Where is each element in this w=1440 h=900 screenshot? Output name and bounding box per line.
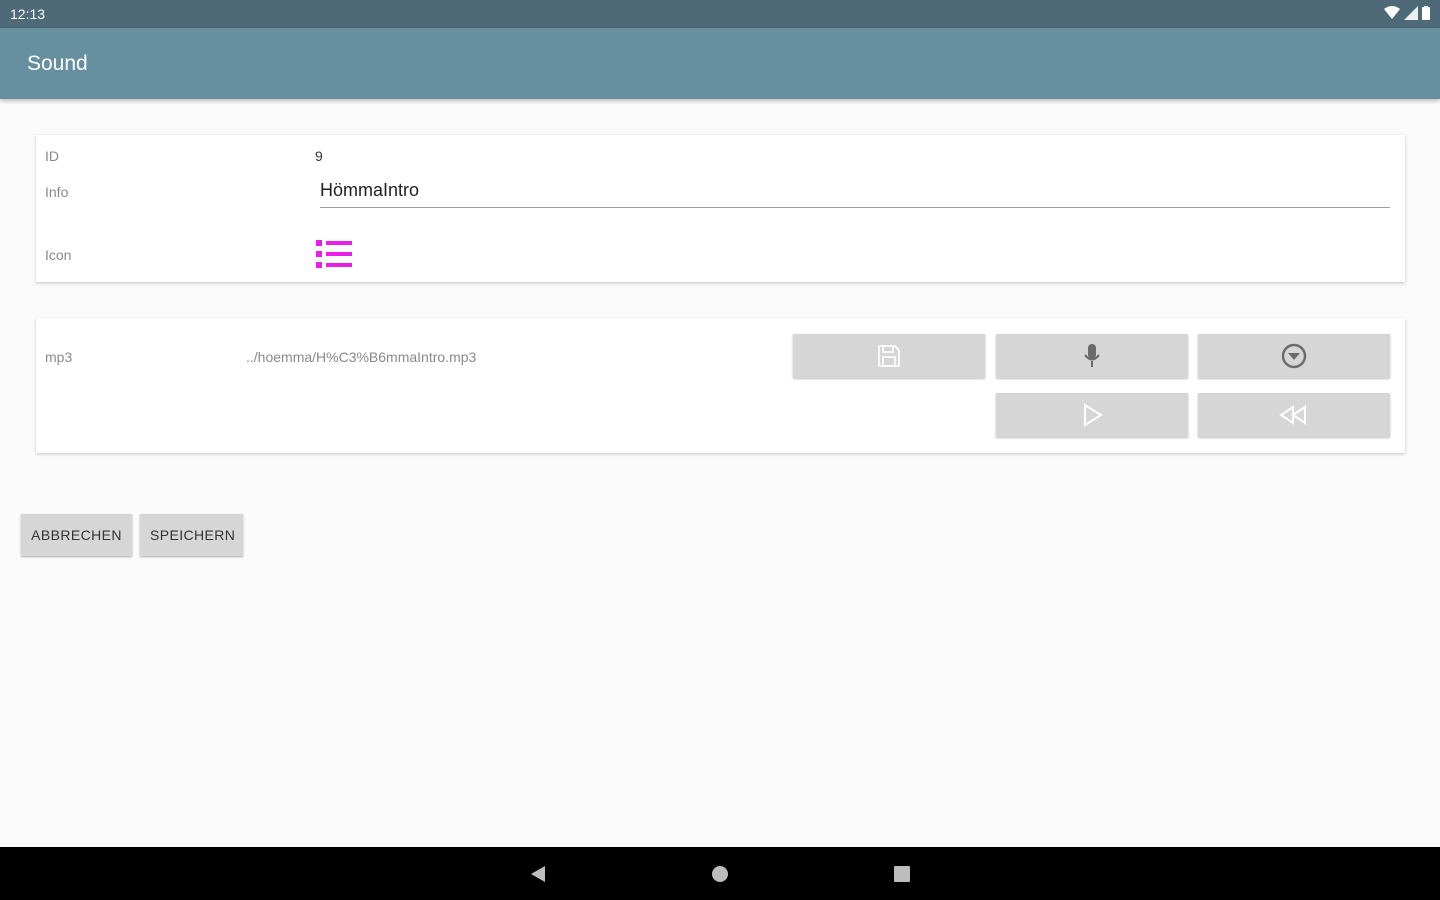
- recents-button[interactable]: [889, 861, 915, 887]
- status-icons: [1384, 6, 1430, 20]
- home-icon: [712, 866, 728, 882]
- status-bar: 12:13: [0, 0, 1440, 28]
- navigation-bar: [0, 847, 1440, 900]
- rewind-icon: [1279, 405, 1306, 425]
- save-file-button[interactable]: [793, 334, 985, 378]
- mp3-card: mp3 ../hoemma/H%C3%B6mmaIntro.mp3: [36, 318, 1405, 453]
- download-circle-icon: [1281, 343, 1307, 369]
- back-button[interactable]: [525, 861, 551, 887]
- list-icon[interactable]: [314, 237, 354, 271]
- rewind-button[interactable]: [1198, 393, 1390, 437]
- details-card: ID 9 Info Icon: [36, 135, 1405, 282]
- mp3-label: mp3: [45, 349, 73, 365]
- home-button[interactable]: [707, 861, 733, 887]
- microphone-icon: [1084, 344, 1100, 367]
- recents-icon: [894, 866, 910, 882]
- icon-label: Icon: [45, 247, 72, 263]
- play-icon: [1084, 403, 1103, 427]
- battery-icon: [1422, 6, 1430, 20]
- save-icon: [878, 345, 900, 367]
- page-title: Sound: [27, 52, 88, 75]
- download-button[interactable]: [1198, 334, 1390, 378]
- info-label: Info: [45, 184, 69, 200]
- id-label: ID: [45, 148, 59, 164]
- wifi-icon: [1384, 6, 1400, 19]
- info-field[interactable]: [320, 178, 1390, 208]
- signal-icon: [1404, 6, 1418, 20]
- record-button[interactable]: [996, 334, 1188, 378]
- status-time: 12:13: [10, 6, 46, 22]
- id-value: 9: [315, 148, 323, 164]
- save-button[interactable]: SPEICHERN: [140, 514, 243, 556]
- back-icon: [531, 866, 545, 882]
- cancel-button[interactable]: ABBRECHEN: [21, 514, 132, 556]
- app-bar: Sound: [0, 28, 1440, 99]
- mp3-path: ../hoemma/H%C3%B6mmaIntro.mp3: [246, 349, 477, 365]
- play-button[interactable]: [996, 393, 1188, 437]
